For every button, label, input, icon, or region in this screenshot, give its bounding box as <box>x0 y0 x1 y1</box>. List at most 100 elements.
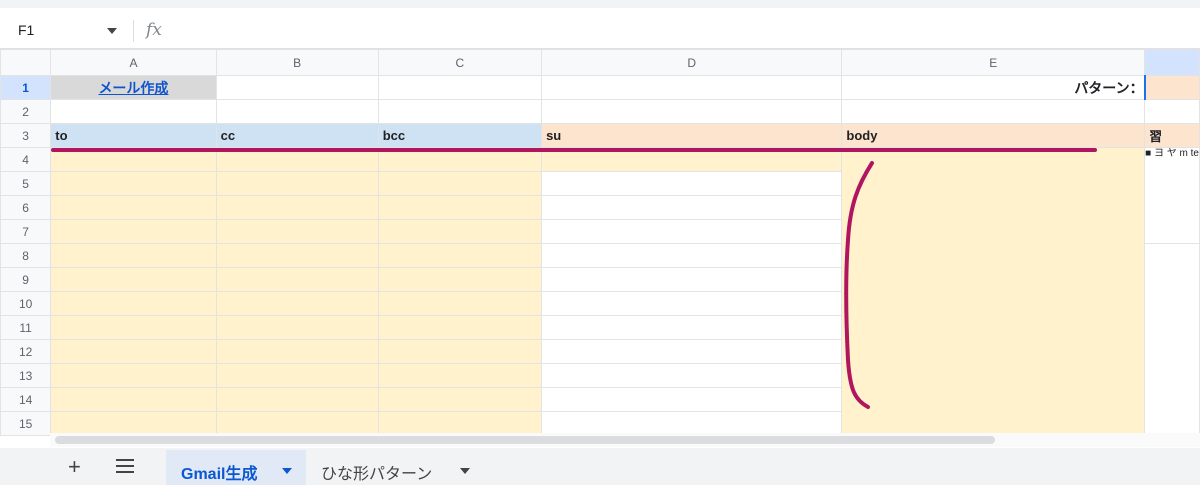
mail-create-link[interactable]: メール作成 <box>98 80 168 96</box>
row-header-7[interactable]: 7 <box>0 219 52 244</box>
cell-d3[interactable]: su <box>541 123 843 148</box>
cell-b5[interactable] <box>215 171 379 196</box>
row-header-10[interactable]: 10 <box>0 291 52 316</box>
cell-e1[interactable]: パターン： <box>841 75 1146 100</box>
cell-d7[interactable] <box>541 219 843 244</box>
cell-b1[interactable] <box>215 75 379 100</box>
cell-a1[interactable]: メール作成 <box>50 75 217 100</box>
cell-d6[interactable] <box>541 195 843 220</box>
cell-a11[interactable] <box>50 315 217 340</box>
cell-b10[interactable] <box>215 291 379 316</box>
cell-a4[interactable] <box>50 147 217 172</box>
column-header-e[interactable]: E <box>841 49 1146 76</box>
cell-c4[interactable] <box>377 147 543 172</box>
cell-b15[interactable] <box>215 411 379 436</box>
cell-b9[interactable] <box>215 267 379 292</box>
cell-f3[interactable]: 習 <box>1144 123 1200 148</box>
name-box[interactable]: F1 <box>18 22 34 38</box>
select-all-corner[interactable] <box>0 49 52 76</box>
cell-e4-body[interactable] <box>841 147 1146 436</box>
cell-c12[interactable] <box>377 339 543 364</box>
cell-c6[interactable] <box>377 195 543 220</box>
cell-c2[interactable] <box>377 99 543 124</box>
cell-f2[interactable] <box>1144 99 1200 124</box>
cell-b2[interactable] <box>215 99 379 124</box>
cell-f8[interactable] <box>1144 243 1200 436</box>
cell-c8[interactable] <box>377 243 543 268</box>
column-header-a[interactable]: A <box>50 49 217 76</box>
row-header-4[interactable]: 4 <box>0 147 52 172</box>
cell-b8[interactable] <box>215 243 379 268</box>
cell-b4[interactable] <box>215 147 379 172</box>
name-box-dropdown-icon[interactable] <box>107 28 117 34</box>
cell-f4-partial[interactable]: ■ ヨ ヤ m te <box>1144 147 1200 244</box>
cell-b11[interactable] <box>215 315 379 340</box>
cell-c7[interactable] <box>377 219 543 244</box>
cell-b7[interactable] <box>215 219 379 244</box>
cell-d10[interactable] <box>541 291 843 316</box>
row-header-1[interactable]: 1 <box>0 75 52 100</box>
cell-b12[interactable] <box>215 339 379 364</box>
cell-c11[interactable] <box>377 315 543 340</box>
cell-a7[interactable] <box>50 219 217 244</box>
cell-b3[interactable]: cc <box>215 123 379 148</box>
cell-c1[interactable] <box>377 75 543 100</box>
cell-c14[interactable] <box>377 387 543 412</box>
row-header-6[interactable]: 6 <box>0 195 52 220</box>
cell-d4[interactable] <box>541 147 843 172</box>
row-header-2[interactable]: 2 <box>0 99 52 124</box>
cell-d9[interactable] <box>541 267 843 292</box>
row-header-11[interactable]: 11 <box>0 315 52 340</box>
cell-a5[interactable] <box>50 171 217 196</box>
sheet-tab-template[interactable]: ひな形パターン <box>306 450 486 485</box>
chevron-down-icon[interactable] <box>282 468 292 474</box>
cell-c9[interactable] <box>377 267 543 292</box>
chevron-down-icon[interactable] <box>460 468 470 474</box>
cell-d12[interactable] <box>541 339 843 364</box>
cell-f1-selected[interactable] <box>1143 75 1200 100</box>
cell-d11[interactable] <box>541 315 843 340</box>
row-header-9[interactable]: 9 <box>0 267 52 292</box>
cell-d2[interactable] <box>541 99 843 124</box>
cell-d15[interactable] <box>541 411 843 436</box>
cell-e2[interactable] <box>841 99 1146 124</box>
cell-d8[interactable] <box>541 243 843 268</box>
sheet-tab-gmail[interactable]: Gmail生成 <box>166 450 306 485</box>
menu-icon[interactable] <box>116 459 134 477</box>
cell-a6[interactable] <box>50 195 217 220</box>
cell-b6[interactable] <box>215 195 379 220</box>
cell-a10[interactable] <box>50 291 217 316</box>
row-header-13[interactable]: 13 <box>0 363 52 388</box>
row-header-15[interactable]: 15 <box>0 411 52 436</box>
row-header-5[interactable]: 5 <box>0 171 52 196</box>
cell-a9[interactable] <box>50 267 217 292</box>
column-header-d[interactable]: D <box>541 49 843 76</box>
cell-c13[interactable] <box>377 363 543 388</box>
cell-d5[interactable] <box>541 171 843 196</box>
cell-c10[interactable] <box>377 291 543 316</box>
add-sheet-button[interactable]: + <box>68 454 81 480</box>
cell-d13[interactable] <box>541 363 843 388</box>
cell-a12[interactable] <box>50 339 217 364</box>
column-header-c[interactable]: C <box>377 49 543 76</box>
cell-a8[interactable] <box>50 243 217 268</box>
cell-d1[interactable] <box>541 75 843 100</box>
row-header-14[interactable]: 14 <box>0 387 52 412</box>
cell-d14[interactable] <box>541 387 843 412</box>
column-header-b[interactable]: B <box>215 49 379 76</box>
cell-c3[interactable]: bcc <box>377 123 543 148</box>
row-header-12[interactable]: 12 <box>0 339 52 364</box>
cell-e3[interactable]: body <box>841 123 1146 148</box>
cell-c15[interactable] <box>377 411 543 436</box>
cell-b13[interactable] <box>215 363 379 388</box>
cell-a14[interactable] <box>50 387 217 412</box>
row-header-8[interactable]: 8 <box>0 243 52 268</box>
cell-b14[interactable] <box>215 387 379 412</box>
row-header-3[interactable]: 3 <box>0 123 52 148</box>
cell-a13[interactable] <box>50 363 217 388</box>
column-header-f-partial[interactable] <box>1144 49 1200 76</box>
cell-a3[interactable]: to <box>50 123 217 148</box>
cell-a15[interactable] <box>50 411 217 436</box>
cell-c5[interactable] <box>377 171 543 196</box>
horizontal-scrollbar-thumb[interactable] <box>55 436 995 444</box>
